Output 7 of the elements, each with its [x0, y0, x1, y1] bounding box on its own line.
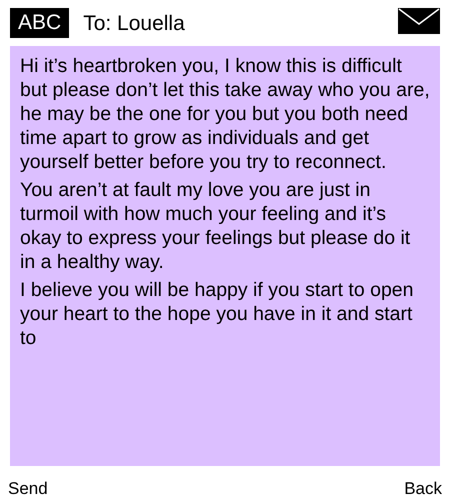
envelope-icon [398, 8, 440, 34]
message-paragraph: You aren’t at fault my love you are just in turmoil with how much your feeling and it’s okay to express your feelings but please do it in a healthy way. [20, 178, 412, 274]
recipient-label: To: Louella [83, 11, 185, 37]
message-paragraph: I believe you will be happy if you start to open your heart to the hope you have in it and start to [20, 278, 414, 350]
input-mode-indicator: ABC [10, 8, 70, 38]
message-body[interactable] [10, 46, 440, 466]
message-paragraph: Hi it’s heartbroken you, I know this is difficult but please don’t let this take away who you are, he may be the one for you but you both need time apart to grow as individuals and get yourself better before you try to reconnect. [20, 54, 430, 174]
